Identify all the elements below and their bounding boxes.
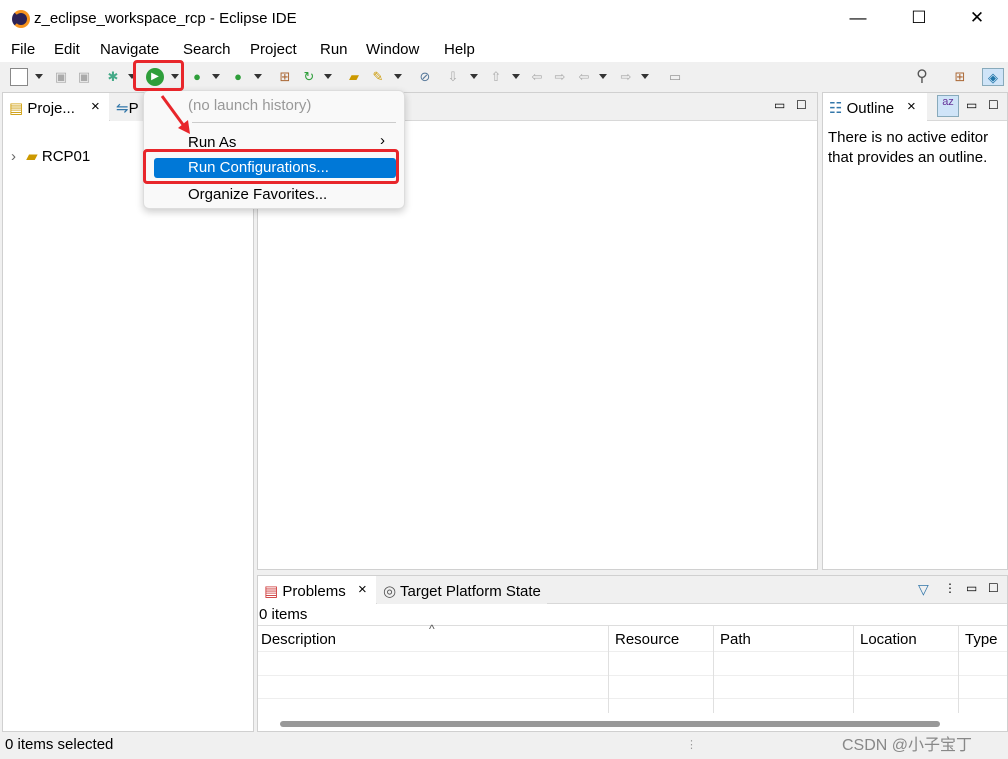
plugins-icon: ⇋	[116, 100, 129, 117]
pin-editor-icon[interactable]: ▭	[666, 68, 684, 86]
eclipse-logo-icon	[12, 10, 30, 28]
close-tab-icon[interactable]: ×	[358, 581, 367, 598]
open-perspective-icon[interactable]: ⊞	[951, 68, 969, 86]
column-resource[interactable]: Resource	[615, 631, 679, 648]
filter-icon[interactable]: ▽	[918, 581, 929, 598]
open-folder-icon[interactable]: ▰	[345, 68, 363, 86]
status-text: 0 items selected	[5, 736, 114, 753]
window-title: z_eclipse_workspace_rcp - Eclipse IDE	[34, 10, 297, 27]
next-annotation-icon[interactable]: ⇩	[444, 68, 462, 86]
minimize-icon[interactable]: ▭	[966, 98, 977, 112]
prev-annotation-icon[interactable]: ⇧	[487, 68, 505, 86]
sort-az-icon[interactable]: az	[937, 95, 959, 117]
tree-item-rcp01[interactable]: › ▰ RCP01	[11, 147, 90, 165]
minimize-icon[interactable]: ▭	[966, 581, 977, 595]
tab-problems[interactable]: ▤ Problems ×	[258, 576, 376, 604]
last-edit-icon[interactable]: ⇦	[528, 68, 546, 86]
pen-icon[interactable]: ✎	[369, 68, 387, 86]
maximize-button[interactable]: ☐	[904, 8, 934, 30]
column-description[interactable]: Description	[261, 631, 336, 648]
outline-message: There is no active editor that provides …	[828, 129, 989, 166]
project-folder-icon: ▰	[26, 148, 38, 165]
run-coverage-icon[interactable]: ●	[188, 68, 206, 86]
column-type[interactable]: Type	[965, 631, 998, 648]
maximize-icon[interactable]: ☐	[796, 98, 807, 112]
close-tab-icon[interactable]: ×	[907, 98, 916, 115]
outline-icon: ☷	[829, 100, 843, 117]
column-path[interactable]: Path	[720, 631, 751, 648]
red-arrow-annotation	[160, 95, 190, 134]
title-bar: z_eclipse_workspace_rcp - Eclipse IDE — …	[0, 0, 1008, 38]
menu-search[interactable]: Search	[183, 41, 231, 58]
project-explorer-icon: ▤	[9, 100, 24, 117]
problems-panel: ▤ Problems × ◎ Target Platform State ▽ ⋮…	[257, 575, 1008, 732]
problems-icon: ▤	[264, 583, 279, 600]
menu-item-organize-favorites[interactable]: Organize Favorites...	[188, 186, 327, 203]
sort-indicator-icon: ^	[429, 622, 435, 636]
expand-icon[interactable]: ›	[11, 148, 16, 165]
minimize-icon[interactable]: ▭	[774, 98, 785, 112]
maximize-icon[interactable]: ☐	[988, 98, 999, 112]
close-tab-icon[interactable]: ×	[91, 98, 100, 115]
column-location[interactable]: Location	[860, 631, 917, 648]
item-count: 0 items	[259, 606, 308, 623]
problems-table: Description ^ Resource Path Location Typ…	[258, 622, 1007, 713]
plugin-perspective-icon[interactable]: ◈	[982, 68, 1004, 86]
new-icon[interactable]	[10, 68, 28, 86]
tab-project-explorer[interactable]: ▤ Proje... ×	[3, 93, 109, 121]
minimize-button[interactable]: —	[843, 8, 873, 30]
menu-project[interactable]: Project	[250, 41, 297, 58]
watermark: CSDN @小子宝丁	[842, 737, 973, 754]
highlight-run-button	[133, 60, 184, 91]
save-all-icon[interactable]: ▣	[75, 68, 93, 86]
menu-item-no-history: (no launch history)	[188, 97, 312, 114]
maximize-icon[interactable]: ☐	[988, 581, 999, 595]
submenu-arrow-icon: ›	[380, 132, 385, 149]
refresh-icon[interactable]: ↻	[300, 68, 318, 86]
forward-edit-icon[interactable]: ⇨	[551, 68, 569, 86]
target-icon: ◎	[383, 583, 397, 600]
outline-panel: ☷ Outline × az ▭ ☐ There is no active ed…	[822, 92, 1008, 570]
menu-edit[interactable]: Edit	[54, 41, 80, 58]
debug-icon[interactable]: ✱	[104, 68, 122, 86]
external-tools-icon[interactable]: ●	[229, 68, 247, 86]
menu-navigate[interactable]: Navigate	[100, 41, 159, 58]
close-button[interactable]: ✕	[962, 8, 992, 30]
back-icon[interactable]: ⇦	[575, 68, 593, 86]
status-grip: ⋮	[686, 739, 697, 751]
tab-target-platform-state[interactable]: ◎ Target Platform State	[377, 576, 547, 604]
menu-bar: File Edit Navigate Search Project Run Wi…	[0, 38, 1008, 62]
save-icon[interactable]: ▣	[52, 68, 70, 86]
tab-outline[interactable]: ☷ Outline ×	[823, 93, 927, 121]
forward-icon[interactable]: ⇨	[617, 68, 635, 86]
view-menu-icon[interactable]: ⋮	[944, 581, 956, 595]
menu-file[interactable]: File	[11, 41, 35, 58]
menu-run[interactable]: Run	[320, 41, 348, 58]
horizontal-scrollbar[interactable]	[280, 721, 940, 727]
new-plugin-icon[interactable]: ⊞	[276, 68, 294, 86]
toggle-breakpoint-icon[interactable]: ⊘	[416, 68, 434, 86]
tab-plugins[interactable]: ⇋P	[110, 93, 145, 121]
menu-window[interactable]: Window	[366, 41, 419, 58]
highlight-run-configurations	[143, 149, 399, 184]
search-icon[interactable]: ⚲	[913, 68, 931, 86]
menu-help[interactable]: Help	[444, 41, 475, 58]
